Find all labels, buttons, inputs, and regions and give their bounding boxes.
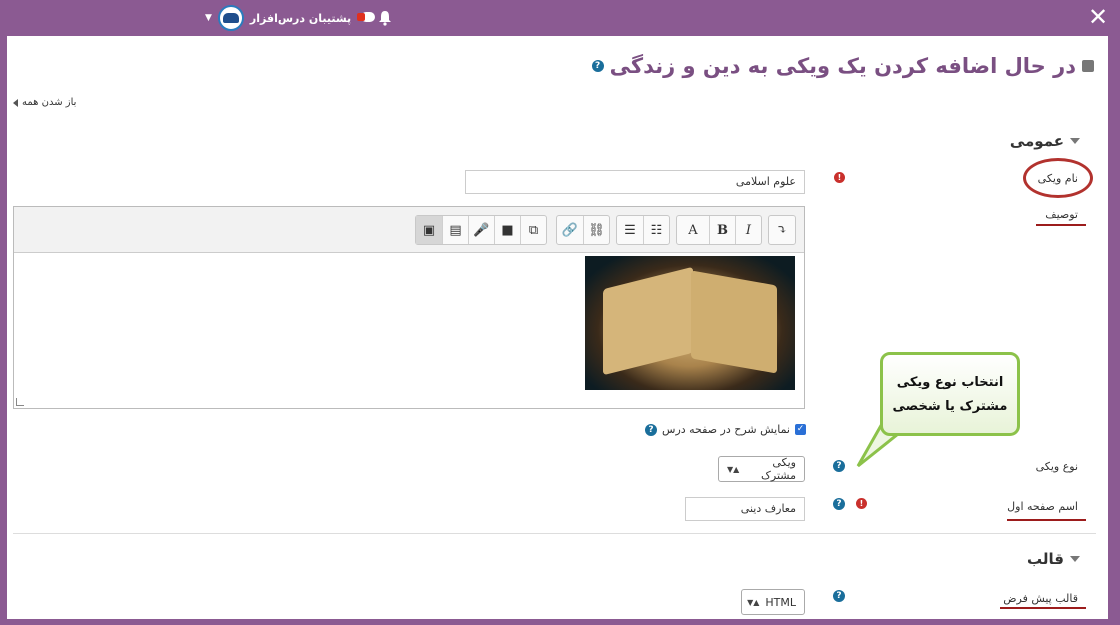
annotation-underline bbox=[1007, 519, 1086, 521]
bold-button[interactable]: B bbox=[709, 216, 735, 244]
help-icon[interactable]: ? bbox=[645, 423, 658, 436]
description-label: توصیف bbox=[1045, 208, 1078, 221]
description-editor[interactable]: ⤵ A B I ☰ ☷ 🔗 ⛓ ▣ ▤ 🎤 ■ ⧉ bbox=[13, 206, 805, 409]
show-description-checkbox[interactable]: ✓ bbox=[795, 424, 806, 435]
chevron-left-icon bbox=[13, 98, 18, 107]
audio-record-button[interactable]: 🎤 bbox=[468, 216, 494, 244]
wiki-type-label: نوع ویکی bbox=[1035, 460, 1078, 473]
ordered-list-button[interactable]: ☷ bbox=[643, 216, 669, 244]
show-description-row: ✓ نمایش شرح در صفحه درس ? bbox=[645, 423, 806, 436]
wiki-type-select[interactable]: ویکی مشترک ▲▼ bbox=[718, 456, 805, 482]
book-image bbox=[585, 256, 795, 390]
help-icon[interactable]: ? bbox=[591, 60, 604, 72]
help-icon[interactable]: ? bbox=[833, 498, 845, 510]
user-name: پشتیبان درس‌افزار bbox=[249, 11, 352, 25]
annotation-underline bbox=[1036, 224, 1086, 226]
first-page-label: اسم صفحه اول bbox=[1007, 500, 1078, 513]
chevron-down-icon: ▼ bbox=[205, 13, 212, 23]
resize-handle[interactable] bbox=[16, 398, 24, 406]
divider bbox=[13, 533, 1096, 534]
italic-button[interactable]: I bbox=[735, 216, 761, 244]
updown-icon: ▲▼ bbox=[727, 464, 740, 474]
manage-files-button[interactable]: ⧉ bbox=[520, 216, 546, 244]
annotation-underline bbox=[1000, 607, 1086, 609]
updown-icon: ▲▼ bbox=[747, 597, 760, 607]
section-general-toggle[interactable]: عمومی bbox=[1010, 132, 1080, 150]
default-format-label: قالب پیش فرض bbox=[1003, 592, 1078, 605]
top-navbar: ✕ ▼ پشتیبان درس‌افزار bbox=[0, 0, 1120, 36]
default-format-select[interactable]: HTML ▲▼ bbox=[741, 589, 805, 615]
annotation-circle bbox=[1023, 158, 1093, 198]
user-menu[interactable]: ▼ پشتیبان درس‌افزار bbox=[205, 5, 376, 31]
annotation-callout: انتخاب نوع ویکی مشترک یا شخصی bbox=[880, 352, 1020, 436]
unlink-button[interactable]: ⛓ bbox=[583, 216, 609, 244]
close-icon[interactable]: ✕ bbox=[1086, 5, 1110, 29]
help-icon[interactable]: ? bbox=[833, 460, 845, 472]
section-format-toggle[interactable]: قالب bbox=[1027, 550, 1080, 568]
chevron-down-icon bbox=[1070, 556, 1080, 562]
image-button[interactable]: ▣ bbox=[416, 216, 442, 244]
expand-all-link[interactable]: باز شدن همه bbox=[13, 97, 76, 108]
main-panel: در حال اضافه کردن یک ویکی به دین و زندگی… bbox=[7, 36, 1108, 619]
required-icon: ! bbox=[856, 498, 867, 509]
link-button[interactable]: 🔗 bbox=[557, 216, 583, 244]
gear-icon bbox=[1082, 60, 1094, 72]
bell-icon[interactable] bbox=[378, 10, 392, 26]
message-icon[interactable] bbox=[357, 11, 376, 25]
first-page-field[interactable]: معارف دینی bbox=[685, 497, 805, 521]
media-button[interactable]: ▤ bbox=[442, 216, 468, 244]
font-color-button[interactable]: A bbox=[677, 216, 709, 244]
chevron-down-icon bbox=[1070, 138, 1080, 144]
toolbar-toggle-button[interactable]: ⤵ bbox=[769, 216, 795, 244]
editor-toolbar: ⤵ A B I ☰ ☷ 🔗 ⛓ ▣ ▤ 🎤 ■ ⧉ bbox=[14, 207, 804, 253]
video-record-button[interactable]: ■ bbox=[494, 216, 520, 244]
wiki-name-field[interactable]: علوم اسلامی bbox=[465, 170, 805, 194]
unordered-list-button[interactable]: ☰ bbox=[617, 216, 643, 244]
help-icon[interactable]: ? bbox=[833, 590, 845, 602]
avatar bbox=[217, 5, 244, 31]
required-icon: ! bbox=[834, 172, 845, 183]
page-title: در حال اضافه کردن یک ویکی به دین و زندگی… bbox=[591, 54, 1094, 78]
